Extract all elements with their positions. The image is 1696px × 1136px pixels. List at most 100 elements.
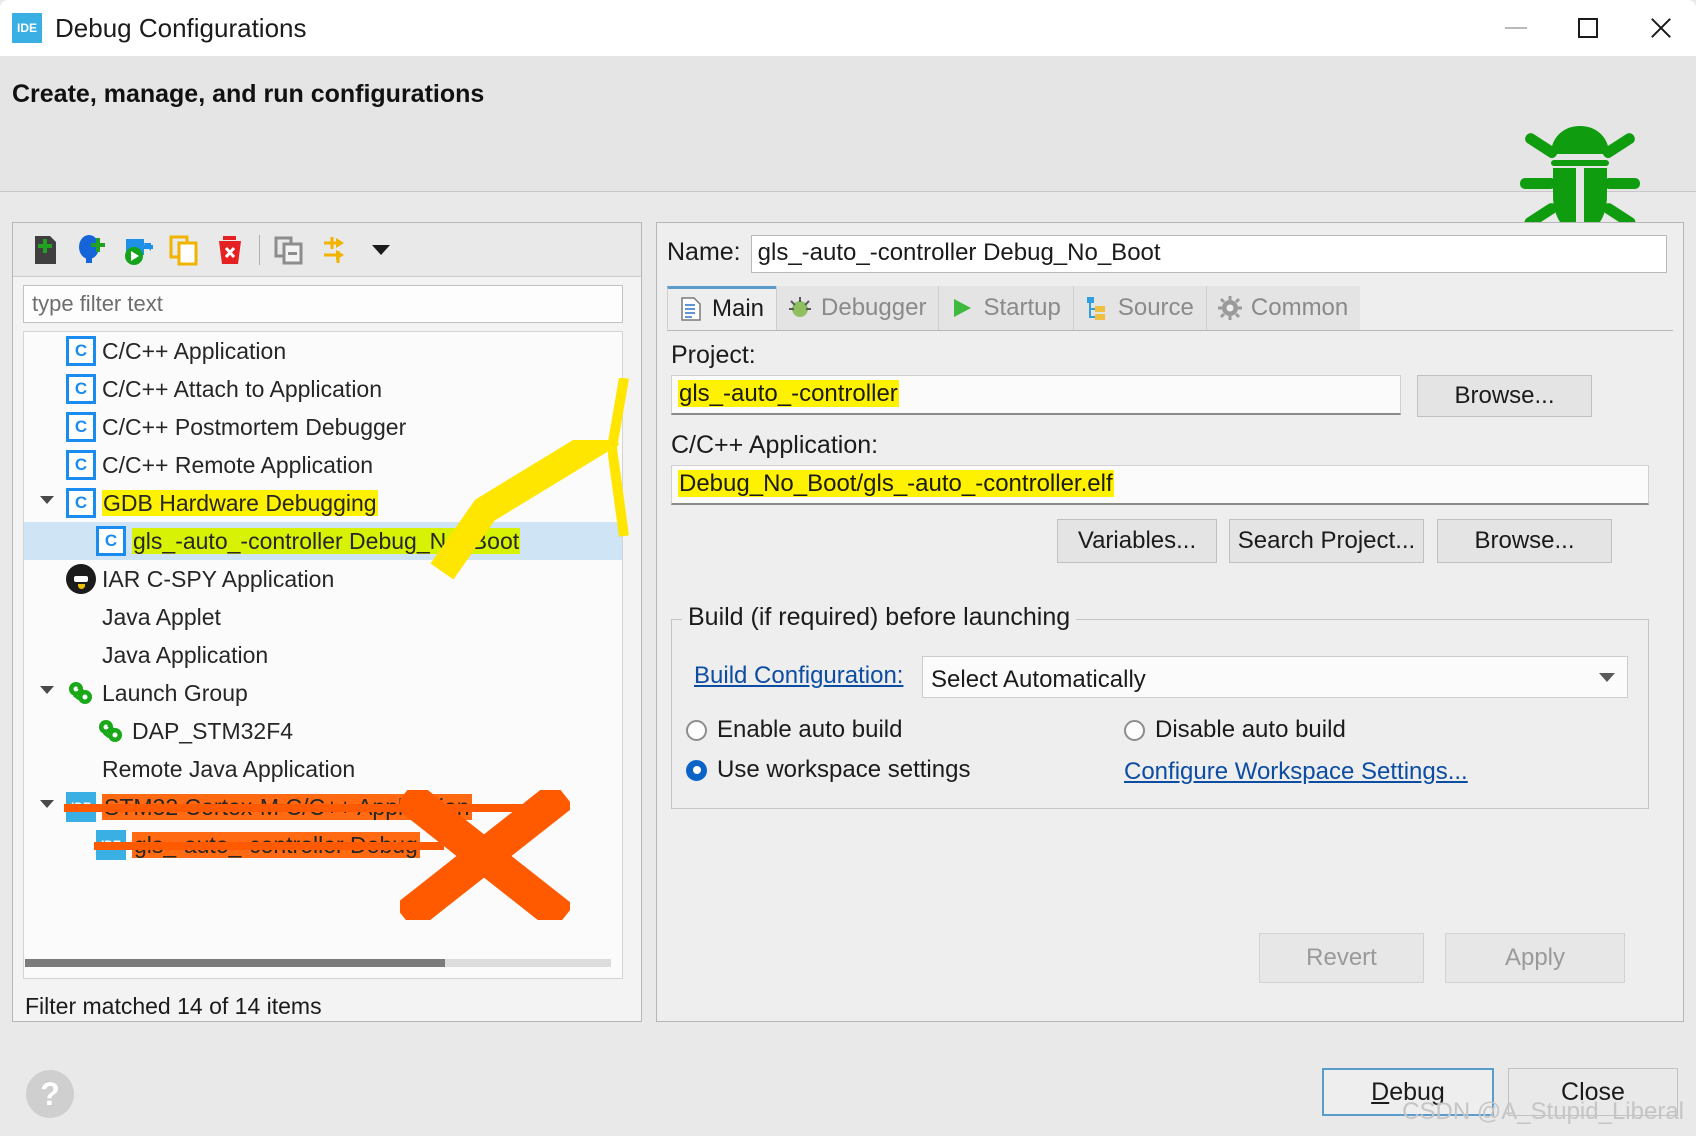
enable-auto-build-label: Enable auto build	[717, 716, 903, 743]
radio-dot	[686, 719, 707, 741]
configurations-tree[interactable]: C C/C++ Application C C/C++ Attach to Appli…	[23, 331, 623, 979]
enable-auto-build-radio[interactable]: Enable auto build	[686, 716, 902, 744]
chevron-down-icon[interactable]	[40, 800, 54, 808]
filter-input[interactable]: type filter text	[23, 285, 623, 323]
name-row: Name: gls_-auto_-controller Debug_No_Boo…	[667, 235, 1667, 273]
page-title: Create, manage, and run configurations	[12, 80, 485, 108]
duplicate-configuration-button[interactable]	[161, 228, 207, 272]
tree-item[interactable]: C C/C++ Postmortem Debugger	[24, 408, 622, 446]
tab-main-label: Main	[712, 295, 765, 322]
tab-source[interactable]: Source	[1072, 286, 1206, 330]
tree-item[interactable]: Cgls_-auto_-controller Debug_No_Boot	[24, 522, 622, 560]
help-button[interactable]: ?	[26, 1070, 74, 1118]
tab-debugger[interactable]: Debugger	[776, 286, 939, 330]
copy-icon	[169, 235, 198, 265]
tree-item-label: C/C++ Remote Application	[102, 452, 373, 479]
tab-source-label: Source	[1117, 294, 1194, 321]
c-icon: C	[66, 336, 96, 366]
tree-item[interactable]: C C/C++ Remote Application	[24, 446, 622, 484]
revert-button[interactable]: Revert	[1259, 933, 1424, 983]
help-label: ?	[40, 1075, 60, 1112]
configuration-details-panel: Name: gls_-auto_-controller Debug_No_Boo…	[656, 222, 1684, 1022]
configurations-panel: type filter text C C/C++ Application C C/C+…	[12, 222, 642, 1022]
c-icon: C	[66, 450, 96, 480]
tree-item[interactable]: C C/C++ Attach to Application	[24, 370, 622, 408]
search-project-label: Search Project...	[1237, 527, 1416, 554]
tree-item[interactable]: IDESTM32 Cortex-M C/C++ Application	[24, 788, 622, 826]
search-project-button[interactable]: Search Project...	[1229, 519, 1424, 563]
chevron-down-icon[interactable]	[40, 686, 54, 694]
tree-item-text: Java Applet	[102, 603, 221, 630]
tree-item[interactable]: C C/C++ Application	[24, 332, 622, 370]
name-input[interactable]: gls_-auto_-controller Debug_No_Boot	[750, 235, 1667, 273]
use-workspace-settings-radio[interactable]: Use workspace settings	[686, 756, 970, 784]
document-icon	[681, 297, 701, 321]
tree-item[interactable]: Launch Group	[24, 674, 622, 712]
bug-gear-icon	[789, 297, 812, 317]
name-label: Name:	[667, 238, 741, 266]
launch-group-icon	[66, 678, 96, 708]
title-bar: IDE Debug Configurations	[0, 0, 1696, 56]
tree-hscrollbar-thumb[interactable]	[25, 959, 445, 967]
ide-icon: IDE	[12, 13, 42, 43]
tab-debugger-label: Debugger	[821, 294, 927, 321]
source-tree-icon	[1086, 297, 1105, 320]
red-trash-icon	[219, 235, 241, 264]
debug-configurations-dialog: IDE Debug Configurations Create, manage,…	[0, 0, 1696, 1136]
new-prototype-button[interactable]	[69, 228, 115, 272]
tree-item-label: IAR C-SPY Application	[102, 566, 334, 593]
project-browse-button[interactable]: Browse...	[1417, 375, 1592, 417]
project-input[interactable]: gls_-auto_-controller	[671, 375, 1401, 415]
tree-item[interactable]: C GDB Hardware Debugging	[24, 484, 622, 522]
delete-configuration-button[interactable]	[207, 228, 253, 272]
tab-common[interactable]: Common	[1205, 286, 1361, 330]
use-workspace-settings-label: Use workspace settings	[717, 756, 971, 783]
build-group-title: Build (if required) before launching	[682, 603, 1077, 632]
tree-item[interactable]: IDEgls_-auto_-controller Debug	[24, 826, 622, 864]
tree-item-label: C/C++ Attach to Application	[102, 376, 382, 403]
close-button[interactable]	[1624, 0, 1696, 56]
tree-item-label: Java Applet	[102, 604, 221, 631]
application-browse-button[interactable]: Browse...	[1437, 519, 1612, 563]
configure-workspace-settings-link[interactable]: Configure Workspace Settings...	[1124, 758, 1468, 786]
tree-item[interactable]: DAP_STM32F4	[24, 712, 622, 750]
apply-button[interactable]: Apply	[1445, 933, 1625, 983]
launch-group-icon	[96, 716, 126, 746]
tree-item-text: C/C++ Attach to Application	[102, 375, 383, 402]
build-configuration-combo[interactable]: Select Automatically	[922, 656, 1628, 698]
tree-item[interactable]: Remote Java Application	[24, 750, 622, 788]
filter-configurations-button[interactable]	[312, 228, 358, 272]
details-tabs: Main Debugger Startup Source Common	[667, 285, 1673, 331]
export-configuration-button[interactable]	[115, 228, 161, 272]
minimize-button[interactable]	[1480, 0, 1552, 56]
disable-auto-build-radio[interactable]: Disable auto build	[1124, 716, 1346, 744]
disable-auto-build-label: Disable auto build	[1155, 716, 1346, 743]
tree-item[interactable]: Java Applet	[24, 598, 622, 636]
maximize-button[interactable]	[1552, 0, 1624, 56]
application-input[interactable]: Debug_No_Boot/gls_-auto_-controller.elf	[671, 465, 1649, 505]
variables-button[interactable]: Variables...	[1057, 519, 1217, 563]
tab-startup[interactable]: Startup	[938, 286, 1073, 330]
toolbar-menu-button[interactable]	[358, 228, 404, 272]
new-launch-configuration-button[interactable]	[23, 228, 69, 272]
tree-item-text: DAP_STM32F4	[132, 717, 294, 744]
build-configuration-link[interactable]: Build Configuration:	[694, 662, 903, 690]
orange-strikethrough-annotation	[94, 842, 444, 850]
tree-item-label: gls_-auto_-controller Debug_No_Boot	[132, 527, 521, 555]
c-icon: C	[66, 412, 96, 442]
tab-main[interactable]: Main	[667, 286, 777, 330]
tree-item[interactable]: IAR C-SPY Application	[24, 560, 622, 598]
tree-item-label: DAP_STM32F4	[132, 718, 293, 745]
cspy-icon	[66, 564, 96, 594]
application-value: Debug_No_Boot/gls_-auto_-controller.elf	[678, 470, 1114, 497]
collapse-all-button[interactable]	[266, 228, 312, 272]
green-play-icon	[954, 299, 972, 317]
radio-dot-selected	[686, 759, 707, 781]
tree-item-text: gls_-auto_-controller Debug_No_Boot	[132, 527, 521, 554]
chevron-down-icon[interactable]	[40, 496, 54, 504]
variables-label: Variables...	[1077, 527, 1197, 554]
tree-item[interactable]: Java Application	[24, 636, 622, 674]
build-group: Build (if required) before launching Bui…	[671, 603, 1649, 809]
tree-item-label: GDB Hardware Debugging	[102, 489, 378, 517]
minimize-icon	[1505, 27, 1527, 29]
